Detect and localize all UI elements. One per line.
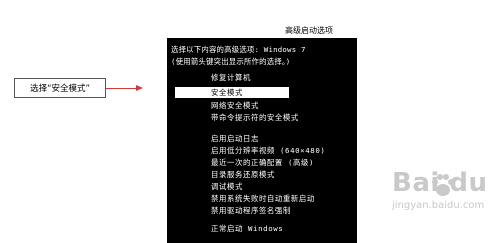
dialog-title: 高级启动选项 xyxy=(285,26,333,35)
menu-item-boot-log[interactable]: 启用启动日志 xyxy=(211,133,259,144)
menu-item-last-known-good[interactable]: 最近一次的正确配置 (高级) xyxy=(211,157,314,168)
menu-item-label: 安全模式 xyxy=(211,88,243,97)
prompt-line-os: 选择以下内容的高级选项: Windows 7 xyxy=(171,45,306,54)
menu-item-disable-auto-restart[interactable]: 禁用系统失败时自动重新启动 xyxy=(211,193,315,204)
menu-item-low-res-video[interactable]: 启用低分辨率视频 (640×480) xyxy=(211,145,325,156)
menu-item-normal-boot[interactable]: 正常启动 Windows xyxy=(211,223,283,234)
watermark-url: jingyan.baidu.com xyxy=(392,200,485,211)
paw-icon xyxy=(432,174,454,196)
boot-options-screen: 选择以下内容的高级选项: Windows 7 (使用箭头键突出显示所作的选择。)… xyxy=(167,38,357,243)
menu-item-safe-mode-network[interactable]: 网络安全模式 xyxy=(211,100,259,111)
menu-item-disable-driver-signing[interactable]: 禁用驱动程序签名强制 xyxy=(211,205,291,216)
menu-item-debug[interactable]: 调试模式 xyxy=(211,181,243,192)
annotation-callout: 选择“安全模式” xyxy=(14,78,106,98)
watermark: Bai du jingyan.baidu.com xyxy=(392,168,487,211)
menu-item-ds-restore[interactable]: 目录服务还原模式 xyxy=(211,169,275,180)
menu-item-repair[interactable]: 修复计算机 xyxy=(211,72,251,83)
menu-item-safe-mode-cmd[interactable]: 带命令提示符的安全模式 xyxy=(211,112,299,123)
arrow-right-icon xyxy=(136,85,143,91)
menu-item-safe-mode[interactable]: 安全模式 xyxy=(175,87,289,98)
annotation-arrow-line xyxy=(106,88,136,89)
prompt-line-hint: (使用箭头键突出显示所作的选择。) xyxy=(171,57,291,66)
